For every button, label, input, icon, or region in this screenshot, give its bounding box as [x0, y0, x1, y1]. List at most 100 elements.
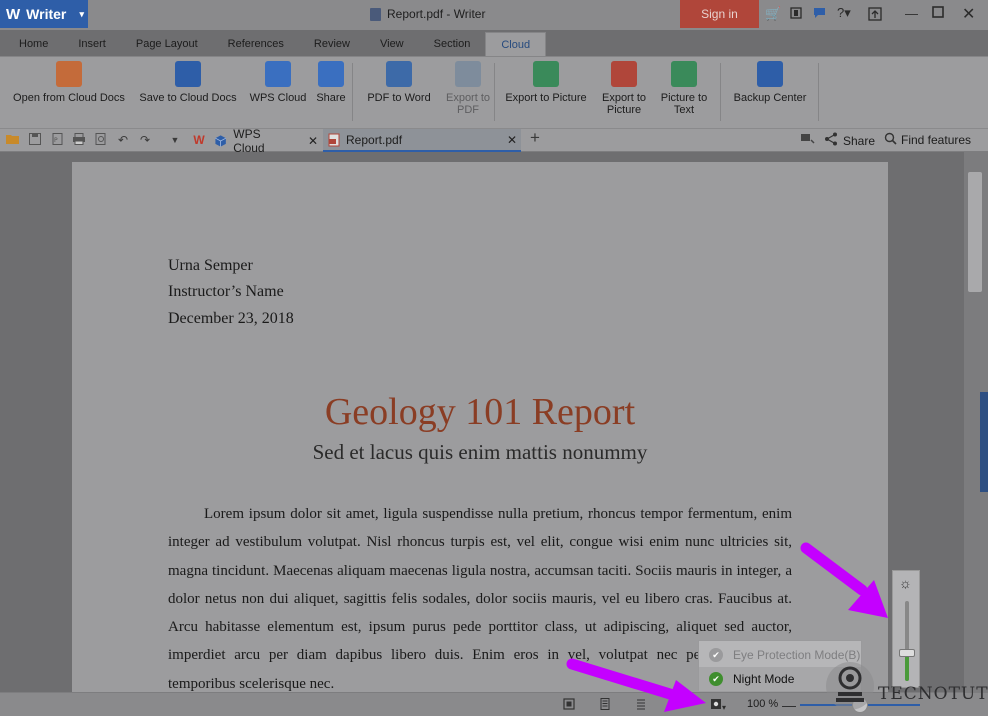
- multi-page-icon[interactable]: [634, 698, 648, 712]
- export-picture-icon: [533, 61, 559, 87]
- watermark-text: TECNOTUTO: [878, 684, 988, 704]
- window-title: Report.pdf - Writer: [370, 7, 485, 21]
- ribbon-label: Share: [316, 92, 346, 104]
- document-heading: Geology 101 Report: [324, 391, 636, 433]
- help-icon[interactable]: ?▾: [837, 5, 851, 21]
- zoom-out-icon[interactable]: —: [782, 698, 796, 712]
- sign-in-button[interactable]: Sign in: [680, 0, 759, 28]
- svg-text:P: P: [54, 137, 58, 144]
- cube-icon: [265, 61, 291, 87]
- menu-tab-references[interactable]: References: [213, 32, 299, 56]
- close-tab-icon[interactable]: ✕: [308, 134, 318, 148]
- share-button[interactable]: Share: [824, 132, 875, 149]
- close-icon[interactable]: ✕: [962, 4, 975, 24]
- redo-icon[interactable]: ↷: [138, 133, 152, 147]
- quick-access-bar: P ↶ ↷ ▼ W WPS Cloud ✕ Report.pdf ✕ + Sha…: [0, 126, 988, 155]
- menu-item-label: Night Mode: [733, 672, 795, 686]
- menu-tab-review[interactable]: Review: [299, 32, 365, 56]
- ribbon-export-to-pdf-button[interactable]: Export to PDF: [440, 61, 496, 116]
- maximize-icon[interactable]: [932, 6, 944, 21]
- folder-cloud-icon: [56, 61, 82, 87]
- new-tab-plus-icon[interactable]: +: [528, 129, 542, 146]
- doc-tab-label: Report.pdf: [346, 132, 403, 147]
- print-icon[interactable]: [72, 133, 86, 147]
- ribbon-separator: [494, 63, 495, 121]
- ribbon-export-to-picture-button[interactable]: Export to Picture: [500, 61, 592, 104]
- ribbon-backup-center-button[interactable]: Backup Center: [730, 61, 810, 104]
- upload-icon[interactable]: [868, 7, 882, 24]
- share-icon: [318, 61, 344, 87]
- menu-tab-page-layout[interactable]: Page Layout: [121, 32, 213, 56]
- scrollbar-thumb[interactable]: [968, 172, 982, 292]
- ribbon-picture-to-text-button[interactable]: Picture to Text: [656, 61, 712, 116]
- window-title-text: Report.pdf - Writer: [387, 7, 486, 21]
- menu-tabs: Home Insert Page Layout References Review Vie…: [0, 32, 988, 56]
- document-page[interactable]: Urna Semper Instructor’s Name December 2…: [72, 162, 888, 692]
- doc-tab-label: WPS Cloud: [233, 126, 265, 155]
- ribbon-wps-cloud-button[interactable]: WPS Cloud: [246, 61, 310, 104]
- save-icon[interactable]: [28, 133, 42, 147]
- menu-tab-view[interactable]: View: [365, 32, 419, 56]
- comment-toggle[interactable]: [800, 132, 816, 146]
- ribbon-label: PDF to Word: [367, 92, 431, 104]
- ribbon-pdf-to-word-button[interactable]: PDF to Word: [364, 61, 434, 104]
- doc-tab-wps-cloud[interactable]: WPS Cloud ✕: [214, 126, 318, 155]
- skin-icon[interactable]: [790, 7, 802, 22]
- wps-logo-icon[interactable]: W: [192, 133, 206, 147]
- app-name: Writer: [26, 6, 67, 22]
- share-icon: [824, 132, 838, 149]
- undo-icon[interactable]: ↶: [116, 133, 130, 147]
- ribbon-label: Save to Cloud Docs: [139, 92, 237, 104]
- pdf-file-icon: [328, 133, 340, 146]
- instructor-name: Instructor’s Name: [168, 283, 284, 300]
- print-preview-icon[interactable]: [94, 133, 108, 147]
- cart-icon[interactable]: 🛒: [765, 6, 781, 22]
- ribbon-share-button[interactable]: Share: [314, 61, 348, 104]
- backup-icon: [757, 61, 783, 87]
- close-tab-icon[interactable]: ✕: [507, 133, 517, 147]
- pdf-to-word-icon: [386, 61, 412, 87]
- ribbon-save-to-cloud-docs-button[interactable]: Save to Cloud Docs: [136, 61, 240, 104]
- comment-icon: [801, 134, 815, 144]
- find-features-label: Find features: [901, 133, 972, 147]
- ribbon-label: Export to Picture: [601, 92, 647, 116]
- brightness-handle[interactable]: [899, 649, 915, 657]
- check-icon: ✔: [709, 672, 723, 686]
- fit-page-icon[interactable]: [562, 698, 576, 712]
- ribbon-open-from-cloud-docs-button[interactable]: Open from Cloud Docs: [8, 61, 130, 104]
- sun-icon: ☼: [899, 575, 912, 591]
- doc-tab-report[interactable]: Report.pdf ✕: [323, 129, 521, 152]
- menu-tab-cloud[interactable]: Cloud: [485, 32, 547, 56]
- menu-tab-section[interactable]: Section: [419, 32, 486, 56]
- feedback-icon[interactable]: [813, 7, 826, 22]
- author-name: Urna Semper: [168, 257, 253, 274]
- share-label: Share: [843, 133, 876, 148]
- ribbon-label: Export to PDF: [445, 92, 491, 116]
- document-workspace[interactable]: Urna Semper Instructor’s Name December 2…: [0, 152, 964, 692]
- ribbon-label: Picture to Text: [660, 92, 708, 116]
- export-pdf-icon: [455, 61, 481, 87]
- export-pdf-small-icon[interactable]: P: [50, 133, 64, 147]
- zoom-level[interactable]: 100 %: [747, 698, 778, 710]
- watermark-emblem-icon: [826, 662, 874, 710]
- ribbon-export-to-picture-button[interactable]: Export to Picture: [596, 61, 652, 116]
- menu-tab-insert[interactable]: Insert: [63, 32, 121, 56]
- document-date: December 23, 2018: [168, 310, 294, 327]
- single-page-icon[interactable]: [598, 698, 612, 712]
- app-menu-button[interactable]: W Writer ▾: [0, 0, 88, 28]
- chevron-down-icon[interactable]: ▼: [168, 133, 182, 147]
- chevron-down-icon: ▾: [79, 9, 84, 19]
- ribbon-label: WPS Cloud: [249, 92, 307, 104]
- menu-tab-home[interactable]: Home: [4, 32, 63, 56]
- reading-mode-button[interactable]: ▾: [706, 698, 730, 712]
- ribbon-separator: [818, 63, 819, 121]
- wps-writer-window: W Writer ▾ Report.pdf - Writer Sign in 🛒…: [0, 0, 988, 716]
- title-bar: W Writer ▾ Report.pdf - Writer Sign in 🛒…: [0, 0, 988, 30]
- watermark-logo: TECNOTUTO: [824, 660, 988, 712]
- ribbon-cloud: Open from Cloud Docs Save to Cloud Docs WP…: [0, 56, 988, 128]
- minimize-icon[interactable]: —: [905, 6, 918, 21]
- find-features-button[interactable]: Find features: [884, 132, 971, 148]
- open-folder-icon[interactable]: [6, 133, 20, 147]
- picture-to-text-icon: [671, 61, 697, 87]
- side-panel-toggle[interactable]: [980, 392, 988, 492]
